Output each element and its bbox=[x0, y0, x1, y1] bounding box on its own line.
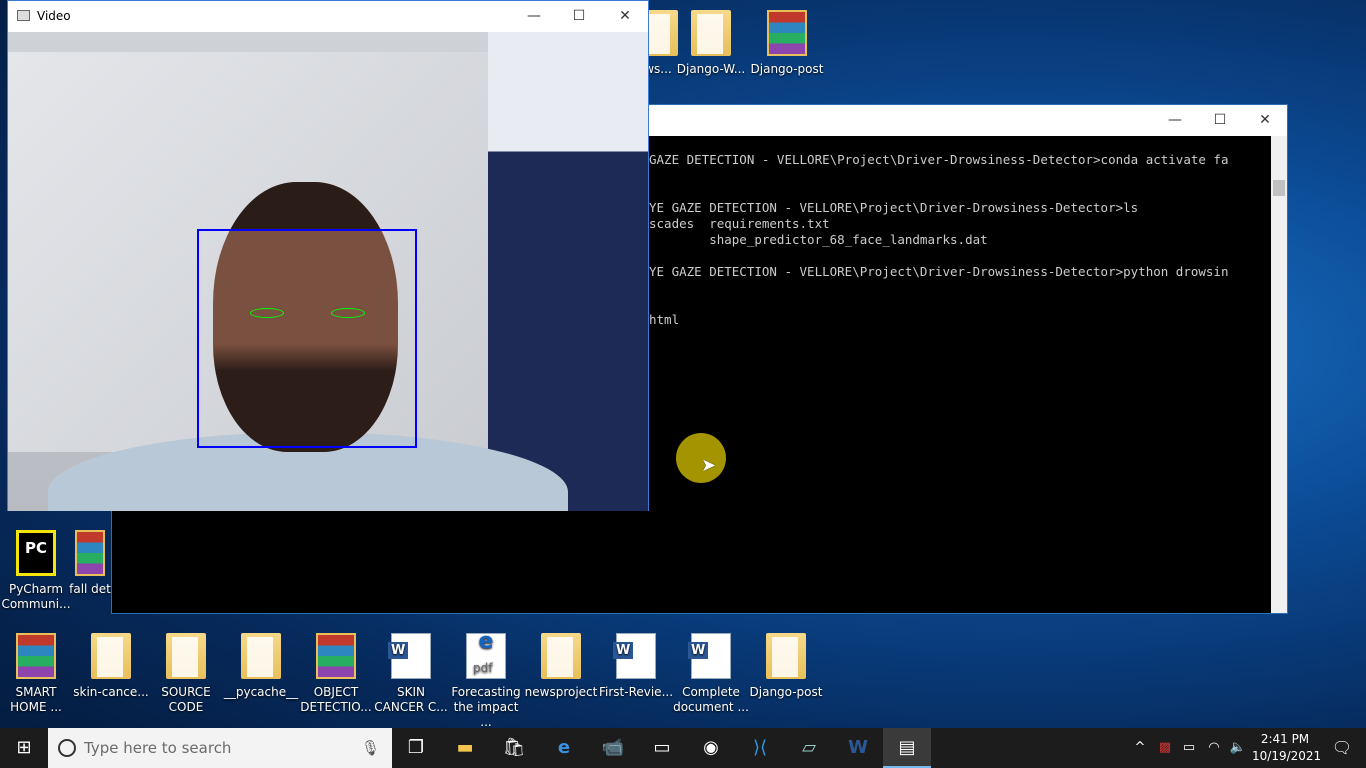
word-icon[interactable]: W bbox=[834, 728, 882, 768]
clock-date: 10/19/2021 bbox=[1252, 749, 1322, 763]
desktop-icon[interactable]: skin-cance... bbox=[73, 633, 149, 700]
video-titlebar[interactable]: Video — ☐ ✕ bbox=[8, 1, 648, 32]
rar-icon bbox=[316, 633, 356, 679]
folder-icon bbox=[166, 633, 206, 679]
taskbar: ⊞ Type here to search 🎙 ❐ ▬ 🛍 e 📹 ▭ ◉ ⟩⟨… bbox=[0, 728, 1366, 768]
desktop-icon[interactable]: Django-post bbox=[748, 633, 824, 700]
mouse-cursor-icon: ➤ bbox=[701, 455, 717, 476]
face-detection-box bbox=[197, 229, 417, 448]
app-icon bbox=[17, 10, 30, 21]
minimize-button[interactable]: — bbox=[1152, 105, 1198, 135]
desktop-icon[interactable]: SMART HOME ... bbox=[0, 633, 74, 715]
edge-icon[interactable]: e bbox=[540, 728, 588, 768]
video-window[interactable]: Video — ☐ ✕ bbox=[7, 0, 649, 511]
desktop-icon[interactable]: fall det bbox=[68, 530, 112, 597]
folder-icon bbox=[691, 10, 731, 56]
webcam-frame bbox=[8, 32, 648, 511]
console-line: shape_predictor_68_face_landmarks.dat bbox=[649, 232, 988, 247]
scrollbar[interactable] bbox=[1271, 136, 1287, 613]
word-icon: W bbox=[388, 633, 431, 679]
desktop-icon[interactable]: newsproject bbox=[523, 633, 599, 700]
console-line: scades requirements.txt bbox=[649, 216, 830, 231]
icon-label: fall det bbox=[69, 582, 111, 596]
desktop-icon[interactable]: __pycache__ bbox=[223, 633, 299, 700]
clock-time: 2:41 PM bbox=[1260, 732, 1310, 746]
close-button[interactable]: ✕ bbox=[1242, 105, 1288, 135]
notifications-icon[interactable]: 🗨 bbox=[1318, 728, 1366, 768]
desktop-icon[interactable]: Django-W... bbox=[673, 10, 749, 77]
icon-label: newsproject bbox=[524, 685, 598, 699]
volume-icon[interactable]: 🔈 bbox=[1226, 728, 1250, 768]
icon-label: Django-post bbox=[749, 685, 823, 699]
chrome-icon[interactable]: ◉ bbox=[687, 728, 735, 768]
clock[interactable]: 2:41 PM 10/19/2021 bbox=[1252, 731, 1322, 765]
winrar-icon bbox=[767, 10, 807, 56]
command-prompt-icon[interactable]: ▭ bbox=[638, 728, 686, 768]
pdf-icon: e pdf bbox=[466, 631, 506, 679]
store-icon[interactable]: 🛍 bbox=[490, 728, 538, 768]
icon-label: SMART HOME ... bbox=[10, 685, 62, 714]
start-button[interactable]: ⊞ bbox=[0, 728, 48, 768]
show-hidden-icons[interactable]: ^ bbox=[1128, 728, 1152, 768]
wifi-icon[interactable]: ◠ bbox=[1202, 728, 1226, 768]
battery-icon[interactable]: ▭ bbox=[1178, 728, 1200, 768]
folder-icon bbox=[91, 633, 131, 679]
word-icon: W bbox=[613, 633, 656, 679]
desktop-icon[interactable]: W SKIN CANCER C... bbox=[373, 633, 449, 715]
icon-label: SKIN CANCER C... bbox=[374, 685, 448, 714]
icon-label: skin-cance... bbox=[73, 685, 149, 699]
camera-app-icon[interactable]: 📹 bbox=[589, 728, 637, 768]
icon-label: OBJECT DETECTIO... bbox=[300, 685, 372, 714]
task-view-icon[interactable]: ❐ bbox=[392, 728, 440, 768]
active-window-icon[interactable]: ▤ bbox=[883, 728, 931, 768]
search-box[interactable]: Type here to search 🎙 bbox=[48, 728, 392, 768]
icon-label: __pycache__ bbox=[223, 685, 299, 699]
console-line: GAZE DETECTION - VELLORE\Project\Driver-… bbox=[649, 152, 1229, 167]
desktop-icon[interactable]: W First-Revie... bbox=[598, 633, 674, 700]
icon-label: Django-post bbox=[750, 62, 824, 76]
icon-label: Django-W... bbox=[676, 62, 746, 76]
left-eye-contour bbox=[250, 308, 284, 318]
curtain bbox=[488, 32, 648, 511]
icon-label: SOURCE CODE bbox=[161, 685, 211, 714]
scroll-thumb[interactable] bbox=[1273, 180, 1285, 196]
folder-icon bbox=[541, 633, 581, 679]
desktop-icon[interactable]: W Complete document ... bbox=[673, 633, 749, 715]
rar-icon bbox=[16, 633, 56, 679]
desktop-icon[interactable]: OBJECT DETECTIO... bbox=[298, 633, 374, 715]
desktop-icon[interactable]: SOURCE CODE bbox=[148, 633, 224, 715]
desktop-icon-pycharm[interactable]: PC PyCharm Communi... bbox=[0, 530, 74, 612]
folder-icon bbox=[766, 633, 806, 679]
folder-icon bbox=[241, 633, 281, 679]
desktop-icon[interactable]: e pdf Forecasting the impact ... bbox=[448, 631, 524, 730]
icon-label: First-Revie... bbox=[598, 685, 674, 699]
microphone-icon[interactable]: 🎙 bbox=[361, 728, 380, 768]
console-line: YE GAZE DETECTION - VELLORE\Project\Driv… bbox=[649, 264, 1229, 279]
maximize-button[interactable]: ☐ bbox=[1197, 105, 1243, 135]
winrar-icon bbox=[75, 530, 105, 576]
minimize-button[interactable]: — bbox=[511, 1, 557, 31]
word-icon: W bbox=[688, 633, 731, 679]
desktop-icon[interactable]: Django-post bbox=[749, 10, 825, 77]
close-button[interactable]: ✕ bbox=[602, 1, 648, 31]
tray-app-icon[interactable]: ▩ bbox=[1154, 728, 1176, 768]
pycharm-icon: PC bbox=[16, 530, 56, 576]
console-line: html bbox=[649, 312, 680, 327]
notes-icon[interactable]: ▱ bbox=[785, 728, 833, 768]
right-eye-contour bbox=[331, 308, 365, 318]
search-icon bbox=[58, 739, 76, 757]
vscode-icon[interactable]: ⟩⟨ bbox=[736, 728, 784, 768]
icon-label: PyCharm Communi... bbox=[1, 582, 71, 611]
file-explorer-icon[interactable]: ▬ bbox=[441, 728, 489, 768]
maximize-button[interactable]: ☐ bbox=[556, 1, 602, 31]
icon-label: Forecasting the impact ... bbox=[451, 685, 521, 729]
icon-label: Complete document ... bbox=[673, 685, 749, 714]
console-line: YE GAZE DETECTION - VELLORE\Project\Driv… bbox=[649, 200, 1139, 215]
search-placeholder: Type here to search bbox=[84, 739, 232, 757]
window-title: Video bbox=[37, 9, 71, 23]
